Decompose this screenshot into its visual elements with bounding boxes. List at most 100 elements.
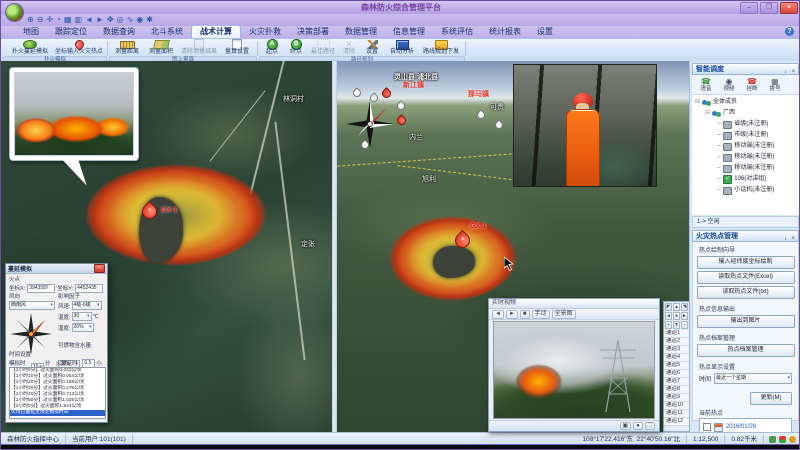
archive-manage-button[interactable]: 热点档案管理 (697, 344, 795, 357)
dispatch-tree[interactable]: ⊟全体成员 ⊟广西 ─省级(未注册) ─市级(未注册) ─移动端(未注册) ─移… (692, 95, 799, 215)
minimize-button[interactable]: – (740, 2, 758, 14)
channel-item[interactable]: 通道6 (664, 370, 689, 378)
tree-member[interactable]: ─省级(未注册) (695, 119, 799, 130)
route-settings-button[interactable]: 设置 (361, 40, 383, 56)
voice-call-button[interactable]: ☎语音 (696, 77, 716, 92)
read-txt-button[interactable]: 读取热点文件(txt) (697, 286, 795, 299)
dial-button[interactable]: ▦拨号 (765, 77, 785, 92)
white-pin[interactable] (493, 119, 504, 130)
tab-fire-fighting[interactable]: 火灾扑救 (241, 26, 289, 38)
tools-icon[interactable]: ✱ (146, 15, 153, 25)
tab-info-mgmt[interactable]: 信息管理 (385, 26, 433, 38)
channel-item[interactable]: 通道8 (664, 386, 689, 394)
circle-tool-icon[interactable]: ◎ (117, 15, 124, 25)
temp-dropdown[interactable]: 30 (72, 312, 92, 321)
measure-area-button[interactable]: 测量面积 (145, 40, 177, 56)
video-record-button[interactable]: ● (633, 422, 643, 430)
move-icon[interactable]: ✥ (107, 15, 114, 25)
channel-item[interactable]: 通道9 (664, 394, 689, 402)
ptz-control-panel[interactable]: ◤ ▲ ◥ ◄ ● ► + ▼ – 通道1 通道2 通道3 通道4 通道5 通道… (663, 301, 690, 432)
coord-input-hotspot-button[interactable]: 坐标输入火灾热点 (53, 40, 105, 56)
video-play-button[interactable]: ► (506, 310, 518, 319)
channel-item[interactable]: 通道11 (664, 410, 689, 418)
tree-member[interactable]: ─小话机(未注册) (695, 185, 799, 196)
pan-icon[interactable]: ✛ (46, 15, 53, 25)
tab-reports[interactable]: 统计报表 (481, 26, 529, 38)
channel-item[interactable]: 通道3 (664, 346, 689, 354)
ptz-down-button[interactable]: ▼ (673, 321, 680, 329)
route-start-button[interactable]: A 起点 (261, 40, 283, 56)
zoom-out-icon[interactable]: ⊖ (37, 15, 44, 25)
video-snapshot-button[interactable]: ▣ (620, 422, 632, 430)
live-video-window[interactable]: 实时视频 ◄ ► ■ 手动 全景图 ▣ ● ⛶ (488, 298, 660, 432)
app-logo-icon[interactable] (5, 3, 24, 22)
video-mode-dropdown[interactable]: 手动 (532, 310, 550, 319)
panel-close-icon[interactable]: × (791, 236, 795, 242)
measure-settings-button[interactable]: 量算设置 (221, 40, 253, 56)
input-coords-draw-button[interactable]: 输入经纬度坐标绘制 (697, 256, 795, 269)
ptz-zoomin-button[interactable]: + (665, 321, 672, 329)
globe-icon[interactable]: ◔ (56, 15, 61, 25)
read-excel-button[interactable]: 读取热点文件(Excel) (697, 271, 795, 284)
tab-map[interactable]: 地图 (15, 26, 47, 38)
red-pin[interactable] (395, 114, 408, 127)
network-status-icon[interactable] (779, 436, 786, 443)
channel-item[interactable]: 通道5 (664, 362, 689, 370)
humidity-dropdown[interactable]: 20% (72, 323, 94, 332)
update-button[interactable]: 更新(M) (750, 392, 792, 405)
sim-dialog-titlebar[interactable]: 蔓延模拟 × (6, 264, 107, 274)
fire-spread-sim-button[interactable]: 扑火蔓延模拟 (7, 40, 53, 56)
dispatch-panel-header[interactable]: 智能调度 ↓ × (692, 63, 799, 75)
channel-item[interactable]: 通道4 (664, 354, 689, 362)
tab-sys-eval[interactable]: 系统评估 (433, 26, 481, 38)
log-row-selected[interactable]: 火场已蔓延至预定模拟时间 (10, 410, 105, 416)
white-pin[interactable] (395, 100, 406, 111)
panel-close-icon[interactable]: × (791, 69, 795, 75)
back-icon[interactable]: ◄ (85, 15, 93, 25)
white-pin[interactable] (475, 109, 486, 120)
help-icon[interactable]: ? (785, 27, 794, 36)
ptz-upleft-button[interactable]: ◤ (665, 303, 672, 311)
hotspot-panel-header[interactable]: 火灾热点管理 ↓ × (692, 230, 799, 242)
layers-icon[interactable]: ▥ (75, 15, 83, 25)
video-fullscreen-button[interactable]: ⛶ (645, 422, 655, 430)
ptz-upright-button[interactable]: ◥ (681, 303, 688, 311)
tree-member[interactable]: ─移动端(未注册) (695, 163, 799, 174)
autohide-pin-icon[interactable]: ↓ (784, 236, 787, 242)
forward-icon[interactable]: ► (96, 15, 104, 25)
ptz-zoomout-button[interactable]: – (681, 321, 688, 329)
hotspot-date-checkbox[interactable] (703, 423, 711, 431)
red-pin[interactable] (380, 87, 393, 100)
maximize-button[interactable]: ❐ (760, 2, 778, 14)
video-call-button[interactable]: ◉视频 (719, 77, 739, 92)
tree-member[interactable]: ─市级(未注册) (695, 130, 799, 141)
hangup-button[interactable]: ☎挂断 (742, 77, 762, 92)
tab-tracking[interactable]: 跟踪定位 (47, 26, 95, 38)
tree-member[interactable]: ─移动端(未注册) (695, 152, 799, 163)
world-icon[interactable]: ◉ (136, 15, 143, 25)
tab-beidou[interactable]: 北斗系统 (143, 26, 191, 38)
video-window-title[interactable]: 实时视频 (489, 299, 659, 309)
channel-item[interactable]: 通道2 (664, 338, 689, 346)
tab-decision[interactable]: 决策部署 (289, 26, 337, 38)
tree-root[interactable]: ⊟全体成员 (695, 97, 799, 108)
zoom-in-icon[interactable]: ⊕ (27, 15, 34, 25)
measure-line-icon[interactable]: ∿ (127, 15, 134, 25)
channel-item[interactable]: 通道12 (664, 418, 689, 426)
ptz-up-button[interactable]: ▲ (673, 303, 680, 311)
tab-data-mgmt[interactable]: 数据管理 (337, 26, 385, 38)
tab-settings[interactable]: 设置 (529, 26, 561, 38)
tab-tactical-calc[interactable]: 战术计算 (191, 25, 241, 38)
grid-icon[interactable]: ▦ (64, 15, 72, 25)
ptz-right-button[interactable]: ► (681, 312, 688, 320)
tree-member[interactable]: ─移动端(未注册) (695, 141, 799, 152)
tree-member-online[interactable]: ─✓106(对讲组) (695, 174, 799, 185)
audio-icon[interactable] (769, 436, 776, 443)
auto-analysis-button[interactable]: 自动分析 (387, 40, 417, 56)
wind-direction-dropdown[interactable]: 西南风 (9, 301, 55, 310)
channel-item[interactable]: 通道1 (664, 330, 689, 338)
tab-data-query[interactable]: 数据查询 (95, 26, 143, 38)
spread-simulation-dialog[interactable]: 蔓延模拟 × 火点 坐标X: 3943587 坐标Y: 4452435 风向 西… (5, 263, 108, 423)
white-pin[interactable] (351, 87, 362, 98)
channel-item[interactable]: 通道7 (664, 378, 689, 386)
